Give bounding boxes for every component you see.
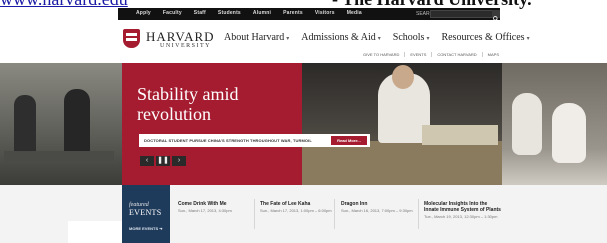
event-divider <box>334 199 335 229</box>
hero-left-photo <box>0 63 122 185</box>
subnav-events[interactable]: EVENTS <box>404 52 431 57</box>
hero-story-text[interactable]: DOCTORAL STUDENT PURSUE CHINA'S STRENGTH… <box>144 138 312 143</box>
utility-link-media[interactable]: Media <box>347 10 362 16</box>
nav-resources-offices[interactable]: Resources & Offices ▾ <box>441 32 529 43</box>
subnav-contact[interactable]: CONTACT HARVARD <box>431 52 481 57</box>
nav-resources-offices-label: Resources & Offices <box>441 32 525 43</box>
hero-left-person <box>64 89 90 157</box>
hero-headline[interactable]: Stability amid revolution <box>137 84 297 124</box>
event-divider <box>254 199 255 229</box>
hero-right-figure <box>512 93 542 155</box>
carousel-next-button[interactable]: › <box>172 156 186 166</box>
event-item[interactable]: Come Drink With Me Sun., March 17, 2013,… <box>178 201 258 213</box>
utility-link-staff[interactable]: Staff <box>194 10 206 16</box>
nav-admissions-aid[interactable]: Admissions & Aid ▾ <box>301 32 380 43</box>
event-item[interactable]: Molecular Insights Into the Innate Immun… <box>424 201 502 219</box>
carousel-pause-button[interactable]: ❚❚ <box>156 156 170 166</box>
event-date: Sun., March 17, 2013, 4:30pm <box>178 208 232 213</box>
events-strip: featured EVENTS MORE EVENTS ➔ Come Drink… <box>0 185 607 243</box>
utility-link-faculty[interactable]: Faculty <box>163 10 182 16</box>
subnav-maps[interactable]: MAPS <box>481 52 504 57</box>
chevron-down-icon: ▾ <box>286 36 290 42</box>
hero-main-photo <box>302 63 502 185</box>
carousel-controls: ‹ ❚❚ › <box>140 156 186 166</box>
main-nav: About Harvard ▾ Admissions & Aid ▾ Schools… <box>224 32 542 43</box>
carousel-prev-button[interactable]: ‹ <box>140 156 154 166</box>
chevron-down-icon: ▾ <box>377 36 381 42</box>
event-item[interactable]: The Fate of Lee Kaha Sun., March 17, 201… <box>260 201 340 213</box>
featured-events-panel[interactable]: featured EVENTS MORE EVENTS ➔ <box>122 185 170 243</box>
nav-schools[interactable]: Schools ▾ <box>393 32 430 43</box>
nav-schools-label: Schools <box>392 32 425 43</box>
search-button[interactable] <box>492 10 500 22</box>
nav-admissions-aid-label: Admissions & Aid <box>301 32 376 43</box>
hero-carousel: Stability amid revolution DOCTORAL STUDE… <box>0 63 607 185</box>
hero-photo-books <box>422 125 498 145</box>
more-events-link[interactable]: MORE EVENTS ➔ <box>129 226 163 231</box>
hero-photo-desk <box>302 141 502 185</box>
event-title: The Fate of Lee Kaha <box>260 201 311 207</box>
featured-events-title: EVENTS <box>129 208 162 217</box>
utility-link-visitors[interactable]: Visitors <box>315 10 335 16</box>
read-more-button[interactable]: Read More... <box>331 136 367 145</box>
event-title: Come Drink With Me <box>178 201 227 207</box>
utility-link-students[interactable]: Students <box>218 10 241 16</box>
event-date: Sun., March 17, 2013, 1:00pm – 6:00pm <box>260 208 332 213</box>
search-icon <box>493 16 499 22</box>
hero-right-photo <box>502 63 607 185</box>
hero-left-person <box>14 95 36 155</box>
nav-about-harvard-label: About Harvard <box>224 32 285 43</box>
hero-red-panel <box>122 63 302 185</box>
event-title: Dragon Inn <box>341 201 368 207</box>
harvard-url-link[interactable]: www.harvard.edu <box>0 0 128 9</box>
secondary-nav: GIVE TO HARVARD EVENTS CONTACT HARVARD M… <box>358 52 504 57</box>
search-input[interactable] <box>430 10 493 18</box>
chevron-down-icon: ▾ <box>426 36 430 42</box>
nav-about-harvard[interactable]: About Harvard ▾ <box>224 32 289 43</box>
hero-story-bar: DOCTORAL STUDENT PURSUE CHINA'S STRENGTH… <box>137 134 370 147</box>
utility-link-alumni[interactable]: Alumni <box>253 10 271 16</box>
page-frame: www.harvard.edu - The Harvard University… <box>0 0 607 243</box>
subnav-give[interactable]: GIVE TO HARVARD <box>358 52 404 57</box>
utility-bar: Apply Faculty Staff Students Alumni Pare… <box>118 8 500 22</box>
hero-right-figure <box>552 103 586 163</box>
event-date: Sun., March 16, 2013, 7:00pm – 9:30pm <box>341 208 413 213</box>
utility-link-apply[interactable]: Apply <box>136 10 151 16</box>
lower-white-panel <box>68 221 122 243</box>
utility-links: Apply Faculty Staff Students Alumni Pare… <box>136 10 362 16</box>
hero-photo-head <box>392 65 414 89</box>
chevron-down-icon: ▾ <box>526 36 530 42</box>
hero-left-table <box>4 151 114 161</box>
event-title: Molecular Insights Into the Innate Immun… <box>424 201 501 213</box>
harvard-shield-logo[interactable] <box>123 29 140 48</box>
harvard-wordmark-sub: UNIVERSITY <box>160 43 211 49</box>
event-item[interactable]: Dragon Inn Sun., March 16, 2013, 7:00pm … <box>341 201 415 213</box>
event-date: Tue., March 19, 2013, 12:30pm – 1:30pm <box>424 214 498 219</box>
utility-link-parents[interactable]: Parents <box>283 10 303 16</box>
event-divider <box>418 199 419 229</box>
